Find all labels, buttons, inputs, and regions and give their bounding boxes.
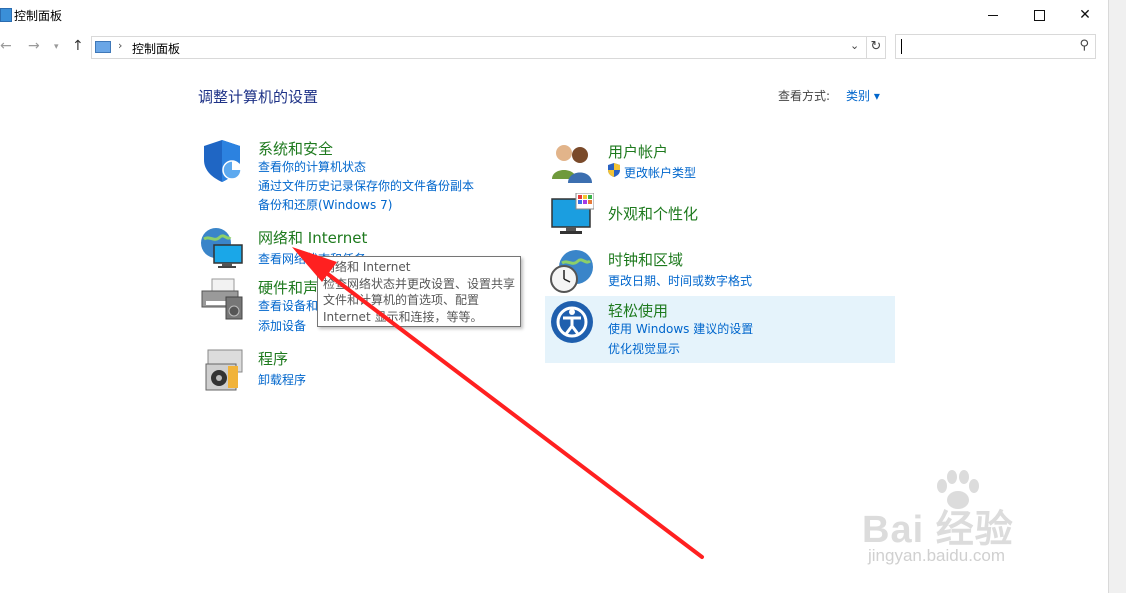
tooltip-title: 网络和 Internet xyxy=(323,260,411,274)
link-backup-restore[interactable]: 备份和还原(Windows 7) xyxy=(258,196,392,213)
view-by-label: 查看方式: xyxy=(778,89,831,103)
network-icon xyxy=(201,228,243,268)
link-view-computer-status[interactable]: 查看你的计算机状态 xyxy=(258,158,366,175)
search-input[interactable]: ⚲ xyxy=(895,34,1096,59)
printer-icon xyxy=(201,278,243,320)
minimize-button[interactable] xyxy=(970,0,1016,30)
clock-globe-icon xyxy=(550,250,593,293)
page-heading: 调整计算机的设置 xyxy=(198,88,319,106)
breadcrumb-control-panel[interactable]: 控制面板 xyxy=(132,40,180,57)
breadcrumb-chevron-icon[interactable]: › xyxy=(118,39,122,52)
close-icon: ✕ xyxy=(1079,7,1091,23)
link-uninstall-program[interactable]: 卸载程序 xyxy=(258,371,306,388)
text-caret xyxy=(901,39,902,54)
link-add-device[interactable]: 添加设备 xyxy=(258,317,306,334)
category-title[interactable]: 时钟和区域 xyxy=(608,249,683,270)
users-icon xyxy=(552,145,592,183)
link-optimize-visual-display[interactable]: 优化视觉显示 xyxy=(608,340,680,357)
tooltip-line: Internet 显示和连接，等等。 xyxy=(323,309,483,324)
link-recommended-settings[interactable]: 使用 Windows 建议的设置 xyxy=(608,320,753,337)
category-title[interactable]: 外观和个性化 xyxy=(608,203,698,224)
back-arrow-icon[interactable]: ← xyxy=(0,38,12,54)
watermark-text: Bai 经验 xyxy=(862,509,1014,551)
refresh-button[interactable]: ↻ xyxy=(866,36,886,59)
forward-arrow-icon[interactable]: → xyxy=(28,38,40,54)
minimize-icon xyxy=(988,14,998,16)
up-arrow-icon[interactable]: ↑ xyxy=(72,38,84,54)
baidu-watermark-logo: Bai 经验 jingyan.baidu.com xyxy=(862,470,1062,570)
title-bar: 控制面板 ✕ xyxy=(0,0,1108,30)
category-title[interactable]: 程序 xyxy=(258,348,288,369)
link-change-account-type[interactable]: 更改帐户类型 xyxy=(624,164,696,181)
category-title[interactable]: 系统和安全 xyxy=(258,138,333,159)
close-button[interactable]: ✕ xyxy=(1062,0,1108,30)
view-by-dropdown[interactable]: 类别 ▾ xyxy=(846,87,880,104)
ease-of-access-icon xyxy=(551,301,593,343)
address-bar[interactable]: › 控制面板 ⌄ xyxy=(91,36,867,59)
watermark-url: jingyan.baidu.com xyxy=(868,546,1006,565)
uac-shield-icon xyxy=(608,163,620,177)
tooltip-line: 文件和计算机的首选项、配置 xyxy=(323,293,480,307)
window-title: 控制面板 xyxy=(14,9,63,23)
programs-icon xyxy=(205,349,243,391)
control-panel-small-icon xyxy=(95,41,111,53)
background-edge xyxy=(1108,0,1126,593)
recent-locations-dropdown-icon[interactable]: ▾ xyxy=(54,42,59,52)
control-panel-icon xyxy=(0,8,12,22)
link-change-date-time-format[interactable]: 更改日期、时间或数字格式 xyxy=(608,272,752,289)
category-title[interactable]: 轻松使用 xyxy=(608,300,668,321)
address-dropdown-icon[interactable]: ⌄ xyxy=(850,39,859,52)
maximize-button[interactable] xyxy=(1016,0,1062,30)
shield-icon xyxy=(204,140,242,182)
tooltip-line: 检查网络状态并更改设置、设置共享 xyxy=(323,276,516,291)
category-title[interactable]: 网络和 Internet xyxy=(258,227,367,248)
maximize-icon xyxy=(1033,9,1045,21)
search-icon[interactable]: ⚲ xyxy=(1079,38,1089,53)
link-file-history[interactable]: 通过文件历史记录保存你的文件备份副本 xyxy=(258,177,474,194)
refresh-icon: ↻ xyxy=(870,39,882,54)
category-title[interactable]: 用户帐户 xyxy=(608,141,668,162)
monitor-icon xyxy=(551,193,594,234)
network-tooltip: 网络和 Internet 检查网络状态并更改设置、设置共享 文件和计算机的首选项… xyxy=(317,256,521,327)
